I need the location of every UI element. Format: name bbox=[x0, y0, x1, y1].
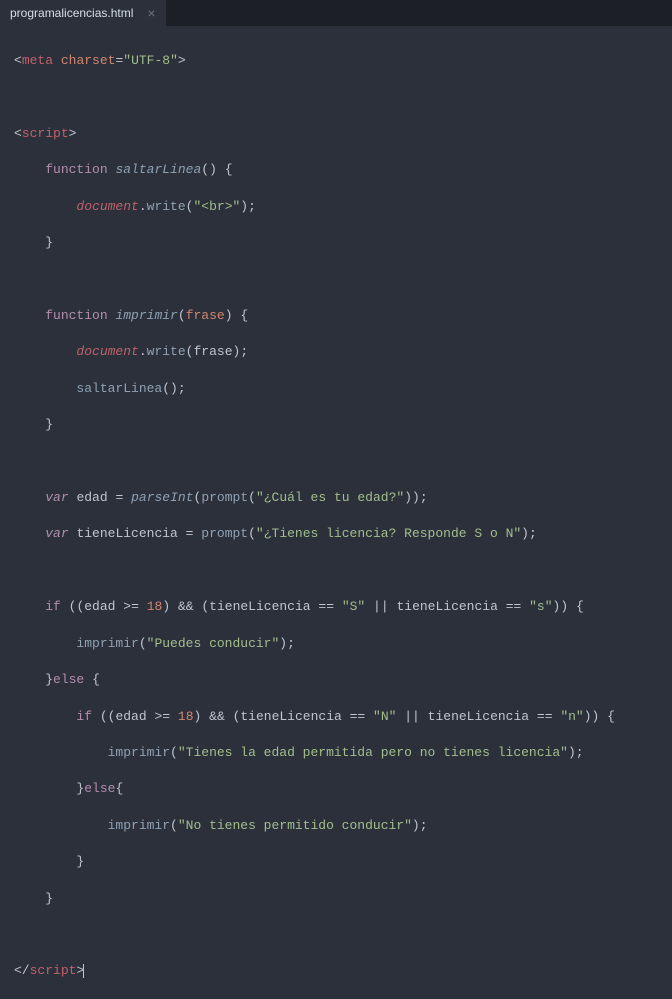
code-line bbox=[14, 926, 672, 944]
code-line: imprimir("No tienes permitido conducir")… bbox=[14, 817, 672, 835]
code-line: } bbox=[14, 853, 672, 871]
code-line: saltarLinea(); bbox=[14, 380, 672, 398]
code-line: function imprimir(frase) { bbox=[14, 307, 672, 325]
code-line: imprimir("Tienes la edad permitida pero … bbox=[14, 744, 672, 762]
file-tab[interactable]: programalicencias.html × bbox=[0, 0, 166, 26]
code-line: if ((edad >= 18) && (tieneLicencia == "N… bbox=[14, 708, 672, 726]
code-line: var tieneLicencia = prompt("¿Tienes lice… bbox=[14, 525, 672, 543]
code-line: document.write(frase); bbox=[14, 343, 672, 361]
code-line bbox=[14, 453, 672, 471]
code-line bbox=[14, 562, 672, 580]
tab-bar: programalicencias.html × bbox=[0, 0, 672, 26]
close-icon[interactable]: × bbox=[147, 6, 155, 20]
code-line: var edad = parseInt(prompt("¿Cuál es tu … bbox=[14, 489, 672, 507]
code-line: }else{ bbox=[14, 780, 672, 798]
code-line: if ((edad >= 18) && (tieneLicencia == "S… bbox=[14, 598, 672, 616]
code-line: <script> bbox=[14, 125, 672, 143]
code-line: document.write("<br>"); bbox=[14, 198, 672, 216]
code-line: } bbox=[14, 234, 672, 252]
tab-filename: programalicencias.html bbox=[10, 6, 133, 20]
code-line: }else { bbox=[14, 671, 672, 689]
code-line: </script> bbox=[14, 962, 672, 980]
code-line: <meta charset="UTF-8"> bbox=[14, 52, 672, 70]
code-editor[interactable]: <meta charset="UTF-8"> <script> function… bbox=[0, 26, 672, 999]
code-line bbox=[14, 89, 672, 107]
code-line: } bbox=[14, 890, 672, 908]
code-line: function saltarLinea() { bbox=[14, 161, 672, 179]
code-line: imprimir("Puedes conducir"); bbox=[14, 635, 672, 653]
code-line: } bbox=[14, 416, 672, 434]
code-line bbox=[14, 271, 672, 289]
text-cursor bbox=[83, 964, 84, 978]
